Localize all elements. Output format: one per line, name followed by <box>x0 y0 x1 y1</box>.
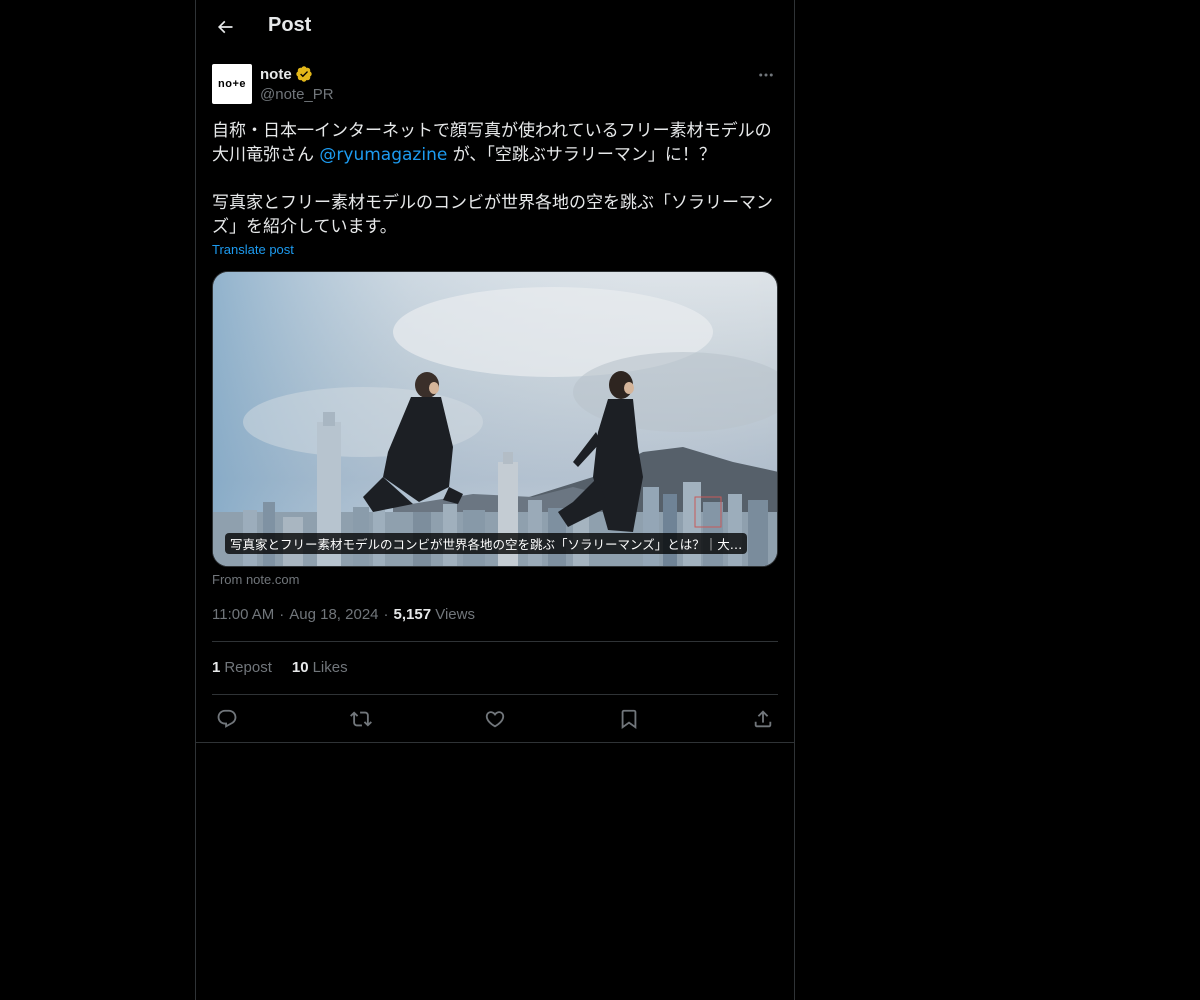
post-paragraph-1: 自称・日本一インターネットで顔写真が使われているフリー素材モデルの大川竜弥さん … <box>212 119 778 167</box>
bookmark-button[interactable] <box>616 706 642 732</box>
views-count: 5,157 <box>393 606 432 623</box>
card-caption: 写真家とフリー素材モデルのコンビが世界各地の空を跳ぶ「ソラリーマンズ」とは？｜大… <box>225 533 748 554</box>
post-bottom-border <box>196 742 794 743</box>
more-options-button[interactable] <box>754 64 778 86</box>
verified-badge-icon <box>295 66 312 82</box>
heart-icon <box>485 711 505 728</box>
post-header: Post <box>196 0 794 54</box>
arrow-left-icon <box>217 20 233 34</box>
author-name-link[interactable]: note <box>260 65 313 83</box>
reposts-count: 1 <box>212 659 221 676</box>
author-display-name: note <box>260 65 292 83</box>
likes-count: 10 <box>291 659 309 676</box>
avatar[interactable]: no+e <box>212 64 252 104</box>
post-text: 自称・日本一インターネットで顔写真が使われているフリー素材モデルの大川竜弥さん … <box>212 119 778 239</box>
post-meta: 11:00 AM · Aug 18, 2024 · 5,157 Views <box>212 606 475 623</box>
mention-link[interactable]: @ryumagazine <box>319 145 447 165</box>
reposts-label: Repost <box>224 659 272 676</box>
post-stats: 1 Repost 10 Likes <box>212 659 348 676</box>
repost-icon <box>350 711 372 727</box>
card-image <box>213 272 777 566</box>
post-text-part: が、「空跳ぶサラリーマン」に！？ <box>447 145 716 165</box>
divider <box>212 641 778 642</box>
page-title: Post <box>268 14 312 36</box>
divider <box>212 694 778 695</box>
reply-button[interactable] <box>214 706 240 732</box>
post-author: no+e note @note_PR <box>212 64 778 106</box>
separator-dot: · <box>383 606 389 623</box>
likes-label: Likes <box>312 659 348 676</box>
post-column: Post no+e note @note_PR 自称・日本一インターネットで顔写… <box>195 0 795 1000</box>
views-label: Views <box>435 606 475 623</box>
back-button[interactable] <box>208 10 242 44</box>
post-actions <box>212 706 778 732</box>
bookmark-icon <box>621 709 637 730</box>
share-icon <box>754 710 772 728</box>
separator-dot: · <box>279 606 285 623</box>
share-button[interactable] <box>750 706 776 732</box>
post-paragraph-2: 写真家とフリー素材モデルのコンビが世界各地の空を跳ぶ「ソラリーマンズ」を紹介して… <box>212 193 773 237</box>
translate-post-link[interactable]: Translate post <box>212 242 294 257</box>
more-horizontal-icon <box>759 73 773 77</box>
reply-icon <box>217 709 237 728</box>
like-button[interactable] <box>482 706 508 732</box>
card-source-link[interactable]: From note.com <box>212 572 299 587</box>
post-time[interactable]: 11:00 AM <box>212 606 274 623</box>
likes-stat[interactable]: 10 Likes <box>292 659 348 676</box>
reposts-stat[interactable]: 1 Repost <box>212 659 272 676</box>
author-handle[interactable]: @note_PR <box>260 86 334 103</box>
repost-button[interactable] <box>348 706 374 732</box>
link-card[interactable]: 写真家とフリー素材モデルのコンビが世界各地の空を跳ぶ「ソラリーマンズ」とは？｜大… <box>212 271 778 567</box>
post-date[interactable]: Aug 18, 2024 <box>289 606 378 623</box>
